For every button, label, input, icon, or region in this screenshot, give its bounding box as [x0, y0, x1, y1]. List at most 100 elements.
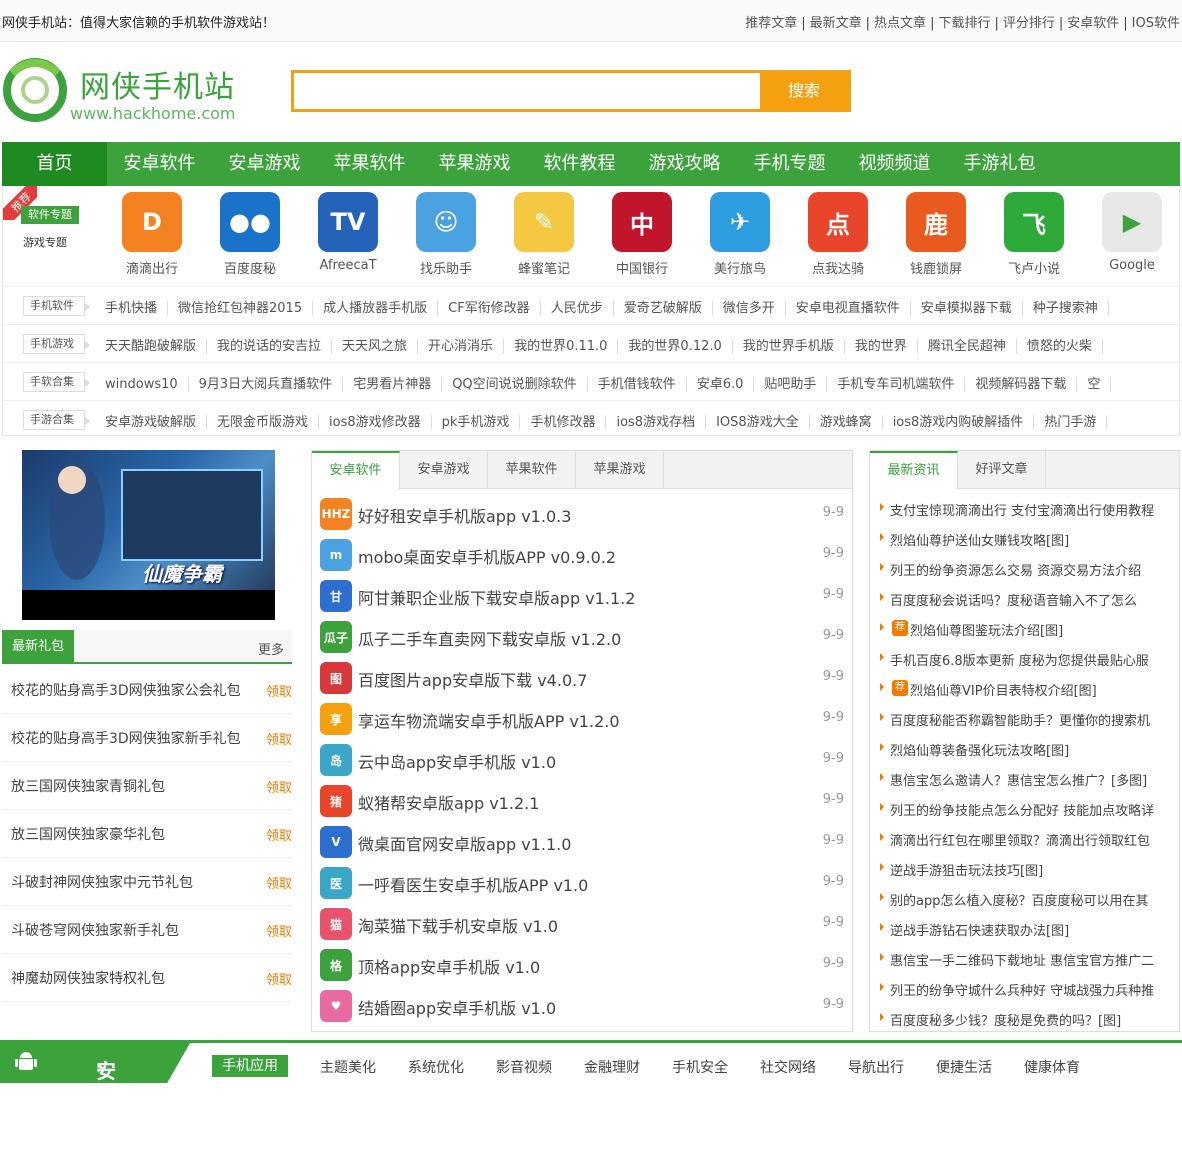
tag-link[interactable]: 微信抢红包神器2015 — [168, 301, 314, 316]
tag-link[interactable]: 宅男看片神器 — [343, 377, 443, 392]
tag-link[interactable]: 热门手游 — [1034, 415, 1108, 430]
nav-item[interactable]: 安卓游戏 — [212, 142, 317, 186]
tag-link[interactable]: 无限金币版游戏 — [207, 415, 320, 430]
news-item[interactable]: 百度度秘会说话吗？度秘语音输入不了怎么 — [870, 583, 1179, 613]
news-title[interactable]: 百度度秘多少钱？度秘是免费的吗？[图] — [890, 1010, 1121, 1029]
section-subtab[interactable]: 健康体育 — [1024, 1057, 1080, 1077]
tag-link[interactable]: 视频解码器下载 — [965, 377, 1078, 392]
gift-claim-link[interactable]: 领取 — [266, 873, 292, 892]
nav-item[interactable]: 手机专题 — [737, 142, 842, 186]
top-link[interactable]: 评分排行 — [1003, 16, 1055, 31]
software-item[interactable]: m mobo桌面安卓手机版APP v0.9.0.2 9-9 — [312, 534, 852, 575]
tag-link[interactable]: 手机修改器 — [520, 415, 607, 430]
tag-link[interactable]: 爱奇艺破解版 — [613, 301, 713, 316]
tag-link[interactable]: 天天酷跑破解版 — [105, 339, 208, 354]
tag-link[interactable]: 我的说话的安吉拉 — [207, 339, 333, 354]
software-item[interactable]: V 微桌面官网安卓版app v1.1.0 9-9 — [312, 821, 852, 862]
section-subtab[interactable]: 便捷生活 — [936, 1057, 992, 1077]
news-item[interactable]: 百度度秘多少钱？度秘是免费的吗？[图] — [870, 1003, 1179, 1033]
news-item[interactable]: 荐烈焰仙尊VIP价目表特权介绍[图] — [870, 673, 1179, 703]
section-subtab[interactable]: 导航出行 — [848, 1057, 904, 1077]
news-item[interactable]: 惠信宝怎么邀请人？惠信宝怎么推广？[多图] — [870, 763, 1179, 793]
top-link[interactable]: 下载排行 — [938, 16, 990, 31]
nav-item[interactable]: 安卓软件 — [107, 142, 212, 186]
top-link[interactable]: 推荐文章 — [745, 16, 797, 31]
software-name[interactable]: 阿甘兼职企业版下载安卓版app v1.1.2 — [358, 585, 635, 609]
software-name[interactable]: 微桌面官网安卓版app v1.1.0 — [358, 831, 571, 855]
software-item[interactable]: 享享运车物流端安卓手机版APP v1.2.0 9-9 — [312, 698, 852, 739]
tag-link[interactable]: 9月3日大阅兵直播软件 — [188, 377, 344, 392]
news-title[interactable]: 列王的纷争技能点怎么分配好 技能加点攻略详 — [890, 800, 1154, 819]
software-item[interactable]: 猪蚁猪帮安卓版app v1.2.1 9-9 — [312, 780, 852, 821]
software-tab[interactable]: 安卓软件 — [312, 451, 400, 490]
section-subtab[interactable]: 金融理财 — [584, 1057, 640, 1077]
news-item[interactable]: 百度度秘能否称霸智能助手？更懂你的搜索机 — [870, 703, 1179, 733]
news-title[interactable]: 支付宝惊现滴滴出行 支付宝滴滴出行使用教程 — [890, 500, 1154, 519]
tag-link[interactable]: 游戏蜂窝 — [809, 415, 883, 430]
news-item[interactable]: 别的app怎么植入度秘？百度度秘可以用在其 — [870, 883, 1179, 913]
featured-app[interactable]: ✎ 蜂蜜笔记 — [495, 192, 593, 277]
tag-link[interactable]: QQ空间说说删除软件 — [442, 377, 588, 392]
gift-item[interactable]: 校花的贴身高手3D网侠独家新手礼包 领取 — [2, 714, 292, 762]
featured-app[interactable]: 中中国银行 — [593, 192, 691, 277]
game-topic-button[interactable]: 游戏专题 — [23, 234, 67, 250]
featured-app[interactable]: TV AfreecaT — [299, 192, 397, 277]
nav-item[interactable]: 苹果软件 — [317, 142, 422, 186]
news-item[interactable]: 列王的纷争守城什么兵种好 守城战强力兵种推 — [870, 973, 1179, 1003]
software-name[interactable]: 享运车物流端安卓手机版APP v1.2.0 — [358, 708, 620, 732]
news-tab[interactable]: 好评文章 — [958, 451, 1046, 489]
tag-link[interactable]: ios8游戏存档 — [606, 415, 707, 430]
nav-item[interactable]: 手游礼包 — [947, 142, 1052, 186]
featured-app[interactable]: ☺ 找乐助手 — [397, 192, 495, 277]
tag-link[interactable]: 我的世界手机版 — [732, 339, 845, 354]
news-title[interactable]: 烈焰仙尊护送仙女赚钱攻略[图] — [890, 530, 1069, 549]
news-title[interactable]: 烈焰仙尊VIP价目表特权介绍[图] — [910, 680, 1097, 699]
software-name[interactable]: 瓜子二手车直卖网下载安卓版 v1.2.0 — [358, 626, 621, 650]
news-title[interactable]: 烈焰仙尊装备强化玩法攻略[图] — [890, 740, 1069, 759]
software-item[interactable]: HHZ 好好租安卓手机版app v1.0.3 9-9 — [312, 493, 852, 534]
section-subtab[interactable]: 手机安全 — [672, 1057, 728, 1077]
gift-item[interactable]: 斗破苍穹网侠独家新手礼包 领取 — [2, 906, 292, 954]
news-item[interactable]: 逆战手游钻石快速获取办法[图] — [870, 913, 1179, 943]
tag-link[interactable]: 我的世界0.12.0 — [618, 339, 733, 354]
software-item[interactable]: 猫淘菜猫下载手机安卓版 v1.0 9-9 — [312, 903, 852, 944]
gift-name[interactable]: 校花的贴身高手3D网侠独家公会礼包 — [11, 680, 241, 700]
news-item[interactable]: 列王的纷争资源怎么交易 资源交易方法介绍 — [870, 553, 1179, 583]
tag-link[interactable]: 人民优步 — [540, 301, 614, 316]
tag-link[interactable]: 安卓模拟器下载 — [910, 301, 1023, 316]
software-item[interactable]: 图百度图片app安卓版下载 v4.0.7 9-9 — [312, 657, 852, 698]
tag-link[interactable]: 成人播放器手机版 — [313, 301, 439, 316]
software-tab[interactable]: 苹果游戏 — [576, 451, 664, 489]
news-item[interactable]: 列王的纷争技能点怎么分配好 技能加点攻略详 — [870, 793, 1179, 823]
tag-link[interactable]: 腾讯全民超神 — [917, 339, 1017, 354]
gift-claim-link[interactable]: 领取 — [266, 825, 292, 844]
gift-name[interactable]: 斗破苍穹网侠独家新手礼包 — [11, 920, 179, 940]
news-item[interactable]: 烈焰仙尊装备强化玩法攻略[图] — [870, 733, 1179, 763]
nav-item[interactable]: 苹果游戏 — [422, 142, 527, 186]
tag-link[interactable]: 手机借钱软件 — [587, 377, 687, 392]
news-title[interactable]: 百度度秘能否称霸智能助手？更懂你的搜索机 — [890, 710, 1150, 729]
tag-link[interactable]: windows10 — [105, 377, 189, 392]
tag-link[interactable]: 开心消消乐 — [418, 339, 505, 354]
featured-app[interactable]: D 滴滴出行 — [103, 192, 201, 277]
gift-claim-link[interactable]: 领取 — [266, 921, 292, 940]
software-name[interactable]: 好好租安卓手机版app v1.0.3 — [358, 503, 571, 527]
tag-link[interactable]: CF军衔修改器 — [438, 301, 541, 316]
tag-link[interactable]: 安卓游戏破解版 — [105, 415, 208, 430]
news-title[interactable]: 滴滴出行红包在哪里领取？滴滴出行领取红包 — [890, 830, 1150, 849]
news-title[interactable]: 惠信宝一手二维码下载地址 惠信宝官方推广二 — [890, 950, 1154, 969]
tag-link[interactable]: 我的世界0.11.0 — [504, 339, 619, 354]
gift-claim-link[interactable]: 领取 — [266, 729, 292, 748]
section-subtab[interactable]: 社交网络 — [760, 1057, 816, 1077]
news-item[interactable]: 逆战手游狙击玩法技巧[图] — [870, 853, 1179, 883]
software-name[interactable]: 淘菜猫下载手机安卓版 v1.0 — [358, 913, 558, 937]
logo-name[interactable]: 网侠手机站 — [80, 62, 235, 106]
top-link[interactable]: IOS软件 — [1132, 16, 1180, 31]
gift-item[interactable]: 神魔劫网侠独家特权礼包 领取 — [2, 954, 292, 1002]
game-banner[interactable]: 仙魔争霸 — [22, 450, 275, 620]
section-title[interactable]: 安卓软件 › — [0, 1043, 190, 1083]
software-item[interactable]: 甘阿甘兼职企业版下载安卓版app v1.1.2 9-9 — [312, 575, 852, 616]
tag-link[interactable]: ios8游戏内购破解插件 — [882, 415, 1035, 430]
news-title[interactable]: 列王的纷争守城什么兵种好 守城战强力兵种推 — [890, 980, 1154, 999]
nav-item[interactable]: 软件教程 — [527, 142, 632, 186]
